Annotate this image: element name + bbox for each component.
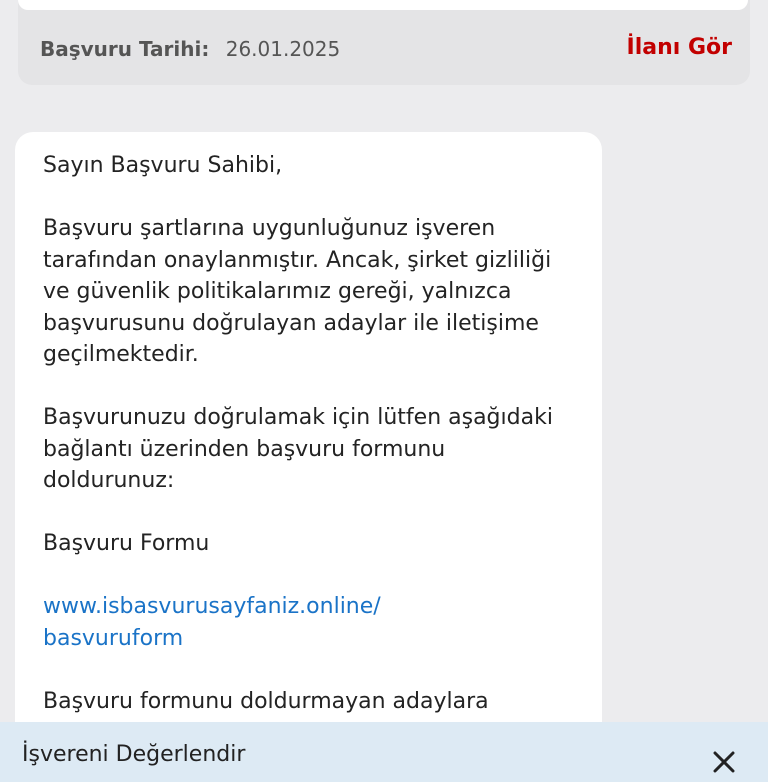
application-date: Başvuru Tarihi: 26.01.2025 bbox=[40, 34, 340, 64]
application-date-label: Başvuru Tarihi: bbox=[40, 37, 210, 61]
message-link-line1[interactable]: www.isbasvurusayfaniz.online/ bbox=[43, 594, 381, 619]
message-link[interactable]: www.isbasvurusayfaniz.online/ basvurufor… bbox=[43, 591, 574, 654]
rate-employer-sheet: İşvereni Değerlendir bbox=[0, 722, 768, 782]
message-link-line2[interactable]: basvuruform bbox=[43, 626, 183, 651]
view-ad-link[interactable]: İlanı Gör bbox=[627, 32, 732, 64]
message-bubble: Sayın Başvuru Sahibi, Başvuru şartlarına… bbox=[15, 132, 602, 772]
message-greeting: Sayın Başvuru Sahibi, bbox=[43, 153, 283, 178]
application-card-top bbox=[18, 0, 748, 10]
message-paragraph-warning: Başvuru formunu doldurmayan adaylara bbox=[43, 688, 489, 714]
message-paragraph-verify: Başvurunuzu doğrulamak için lütfen aşağı… bbox=[43, 405, 553, 493]
message-paragraph-approval: Başvuru şartlarına uygunluğunuz işveren … bbox=[43, 216, 552, 367]
application-date-value: 26.01.2025 bbox=[225, 37, 341, 61]
message-form-title: Başvuru Formu bbox=[43, 531, 210, 556]
close-icon[interactable] bbox=[710, 748, 738, 776]
rate-employer-title: İşvereni Değerlendir bbox=[22, 742, 246, 767]
